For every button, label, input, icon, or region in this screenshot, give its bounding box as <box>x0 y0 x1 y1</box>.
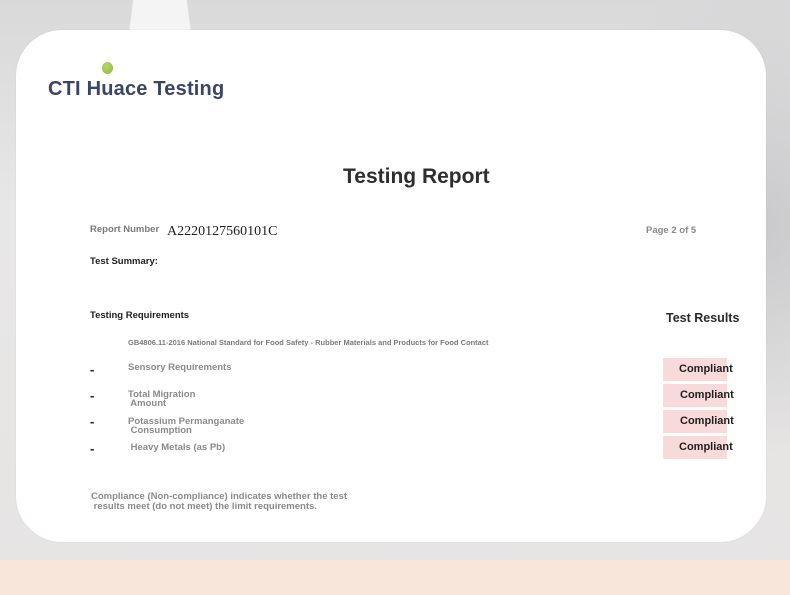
result-text: Compliant <box>680 389 734 401</box>
standard-reference: GB4806.11-2016 National Standard for Foo… <box>128 338 489 347</box>
requirement-label: Potassium Permanganate Consumption <box>128 416 245 436</box>
testing-requirements-label: Testing Requirements <box>90 310 190 321</box>
bottom-strip <box>0 560 790 595</box>
row-bullet: - <box>90 388 95 403</box>
report-number-label: Report Number <box>90 224 160 235</box>
report-card <box>16 30 766 542</box>
report-number-value: A2220127560101C <box>167 224 278 239</box>
requirement-label: Sensory Requirements <box>128 362 232 373</box>
report-title: Testing Report <box>343 165 490 188</box>
green-dot-icon <box>102 62 113 74</box>
test-results-header: Test Results <box>666 311 740 325</box>
requirement-row: - Heavy Metals (as Pb) Compliant <box>0 436 790 460</box>
row-bullet: - <box>90 414 95 429</box>
row-bullet: - <box>90 362 95 377</box>
requirement-label: Total Migration Amount <box>128 389 196 409</box>
compliance-footnote: Compliance (Non-compliance) indicates wh… <box>91 491 348 512</box>
requirement-row: - Total Migration Amount Compliant <box>0 384 790 408</box>
result-text: Compliant <box>680 415 734 427</box>
result-text: Compliant <box>679 363 733 375</box>
brand-name: CTI Huace Testing <box>48 78 225 100</box>
requirement-row: - Potassium Permanganate Consumption Com… <box>0 410 790 436</box>
requirement-row: - Sensory Requirements Compliant <box>0 358 790 382</box>
row-bullet: - <box>90 441 95 456</box>
requirement-label: Heavy Metals (as Pb) <box>128 442 226 453</box>
page-indicator: Page 2 of 5 <box>646 225 697 236</box>
test-summary-label: Test Summary: <box>90 256 158 267</box>
result-text: Compliant <box>679 441 733 453</box>
